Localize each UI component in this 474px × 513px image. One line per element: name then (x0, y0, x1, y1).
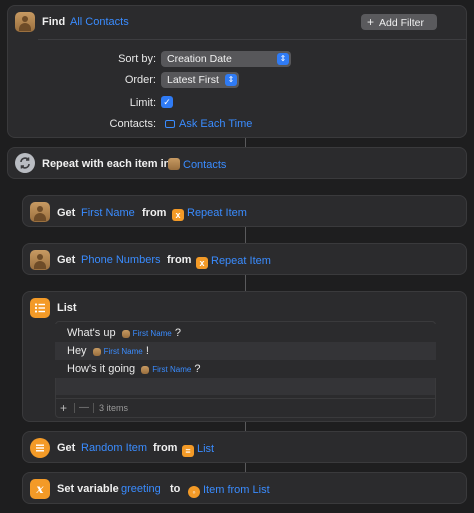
first-name-token[interactable]: First Name (90, 347, 143, 356)
get-label: Get (57, 254, 76, 266)
footer-divider (74, 403, 75, 413)
repeat-source-token[interactable]: Contacts (168, 158, 226, 171)
random-item-token[interactable]: Random Item (81, 442, 147, 454)
repeat-action[interactable]: Repeat with each item in Contacts (7, 147, 467, 179)
footer-divider (93, 403, 94, 413)
list-item-suffix: ! (145, 345, 149, 357)
find-label: Find (42, 16, 66, 28)
sort-by-label: Sort by: (118, 53, 156, 65)
flow-connector (245, 138, 246, 147)
first-name-label: First Name (132, 329, 172, 338)
add-filter-label: Add Filter (379, 17, 424, 29)
repeat-item-token[interactable]: x Repeat Item (172, 207, 247, 221)
order-select[interactable]: Latest First ⇕ (161, 72, 239, 88)
repeat-icon (15, 153, 35, 173)
speech-bubble-icon (165, 120, 175, 128)
ask-each-time-label: Ask Each Time (179, 118, 253, 130)
contacts-icon (30, 250, 50, 270)
contacts-mini-icon (121, 330, 130, 338)
ask-each-time-token[interactable]: Ask Each Time (165, 118, 252, 130)
phone-numbers-token[interactable]: Phone Numbers (81, 254, 161, 266)
flow-connector (245, 422, 246, 431)
contacts-mini-icon (141, 366, 150, 374)
get-phone-numbers-action[interactable]: Get Phone Numbers from x Repeat Item (22, 243, 467, 275)
variable-x-icon: x (172, 209, 184, 221)
first-name-token[interactable]: First Name (119, 329, 172, 338)
get-first-name-action[interactable]: Get First Name from x Repeat Item (22, 195, 467, 227)
repeat-label: Repeat with each item in (42, 158, 171, 170)
repeat-item-label: Repeat Item (187, 207, 247, 219)
item-count: 3 items (99, 403, 129, 413)
sort-by-select[interactable]: Creation Date ⇕ (161, 51, 291, 67)
find-source-token[interactable]: All Contacts (70, 16, 129, 28)
repeat-item-token[interactable]: x Repeat Item (196, 255, 271, 269)
first-name-token[interactable]: First Name (138, 365, 191, 374)
list-title: List (57, 302, 77, 314)
list-item-text: How's it going (67, 363, 136, 375)
variable-name-token[interactable]: greeting (121, 483, 161, 495)
list-footer: + — 3 items (56, 398, 435, 416)
chevron-updown-icon: ⇕ (277, 53, 289, 65)
first-name-token[interactable]: First Name (81, 207, 135, 219)
order-label: Order: (124, 74, 156, 86)
item-from-list-label: Item from List (203, 484, 270, 496)
set-variable-label: Set variable (57, 483, 119, 495)
flow-connector (245, 463, 246, 472)
sort-by-value: Creation Date (167, 53, 232, 65)
contacts-icon (30, 202, 50, 222)
find-contacts-action[interactable]: Find All Contacts + Add Filter Sort by: C… (7, 5, 467, 138)
add-item-button[interactable]: + (60, 401, 67, 415)
set-variable-action[interactable]: x Set variable greeting to ◦ Item from Li… (22, 472, 467, 504)
from-label: from (153, 442, 178, 454)
flow-connector (245, 227, 246, 243)
add-filter-button[interactable]: + Add Filter (361, 14, 437, 30)
chevron-updown-icon: ⇕ (225, 74, 237, 86)
variable-x-icon: x (30, 479, 50, 499)
list-item[interactable]: What's up First Name ? (55, 324, 436, 342)
variable-x-icon: x (196, 257, 208, 269)
list-item[interactable]: How's it going First Name ? (55, 360, 436, 378)
flow-connector (245, 275, 246, 291)
list-source-label: List (197, 443, 215, 455)
list-mini-icon: ≡ (182, 445, 194, 457)
list-item-text: What's up (67, 327, 116, 339)
get-label: Get (57, 207, 76, 219)
list-item[interactable]: Hey First Name ! (55, 342, 436, 360)
divider (38, 39, 466, 40)
first-name-label: First Name (103, 347, 143, 356)
list-empty-row[interactable] (56, 378, 435, 395)
from-label: from (167, 254, 192, 266)
contacts-label: Contacts: (109, 118, 156, 130)
get-random-item-action[interactable]: Get Random Item from ≡ List (22, 431, 467, 463)
contacts-mini-icon (168, 158, 180, 170)
remove-item-button[interactable]: — (79, 402, 89, 413)
list-source-token[interactable]: ≡ List (182, 443, 214, 457)
item-from-list-icon: ◦ (188, 486, 200, 498)
repeat-item-label: Repeat Item (211, 255, 271, 267)
list-icon (30, 438, 50, 458)
list-icon (30, 298, 50, 318)
limit-label: Limit: (129, 97, 156, 109)
repeat-source-label: Contacts (183, 159, 227, 171)
plus-icon: + (367, 15, 375, 29)
item-from-list-token[interactable]: ◦ Item from List (188, 484, 270, 498)
limit-checkbox[interactable]: ✓ (161, 96, 173, 108)
list-item-suffix: ? (194, 363, 201, 375)
to-label: to (170, 483, 181, 495)
get-label: Get (57, 442, 76, 454)
order-value: Latest First (167, 74, 219, 86)
list-item-text: Hey (67, 345, 87, 357)
contacts-mini-icon (92, 348, 101, 356)
list-item-suffix: ? (174, 327, 181, 339)
first-name-label: First Name (152, 365, 192, 374)
contacts-icon (15, 12, 35, 32)
from-label: from (142, 207, 167, 219)
